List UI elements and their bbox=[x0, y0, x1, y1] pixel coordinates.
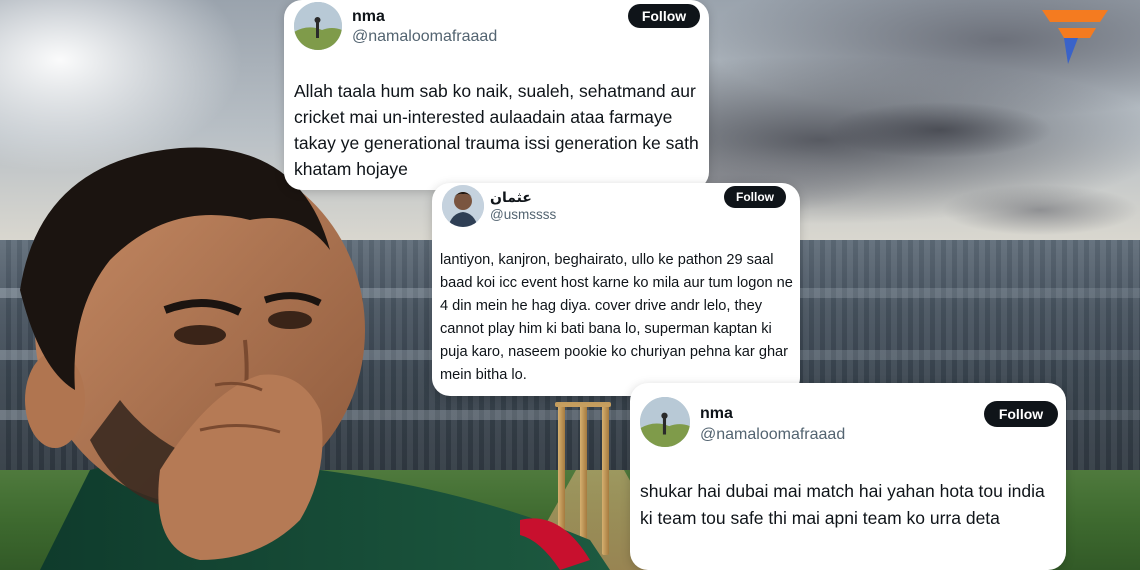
tweet-card: عثمان @usmssss Follow lantiyon, kanjron,… bbox=[432, 183, 800, 396]
follow-button[interactable]: Follow bbox=[628, 4, 700, 28]
tweet-card: nma @namaloomafraaad Follow Allah taala … bbox=[284, 0, 709, 190]
avatar[interactable] bbox=[294, 2, 342, 50]
user-handle[interactable]: @namaloomafraaad bbox=[700, 426, 845, 444]
follow-button[interactable]: Follow bbox=[724, 186, 786, 208]
avatar-person-icon bbox=[442, 185, 484, 227]
display-name[interactable]: nma bbox=[352, 8, 385, 26]
tweet-text: Allah taala hum sab ko naik, sualeh, seh… bbox=[294, 81, 699, 179]
user-handle[interactable]: @namaloomafraaad bbox=[352, 28, 497, 46]
tweet-card: nma @namaloomafraaad Follow shukar hai d… bbox=[630, 383, 1066, 570]
follow-button[interactable]: Follow bbox=[984, 401, 1058, 427]
brand-logo-icon bbox=[1042, 10, 1108, 64]
tweet-text: shukar hai dubai mai match hai yahan hot… bbox=[640, 481, 1045, 528]
avatar[interactable] bbox=[640, 397, 690, 447]
avatar[interactable] bbox=[442, 185, 484, 227]
display-name[interactable]: nma bbox=[700, 405, 733, 423]
avatar-landscape-icon bbox=[294, 2, 342, 50]
display-name[interactable]: عثمان bbox=[490, 189, 532, 206]
brand-logo bbox=[1040, 6, 1110, 66]
tweet-text: lantiyon, kanjron, beghairato, ullo ke p… bbox=[440, 252, 793, 383]
user-handle[interactable]: @usmssss bbox=[490, 207, 556, 222]
avatar-landscape-icon bbox=[640, 397, 690, 447]
